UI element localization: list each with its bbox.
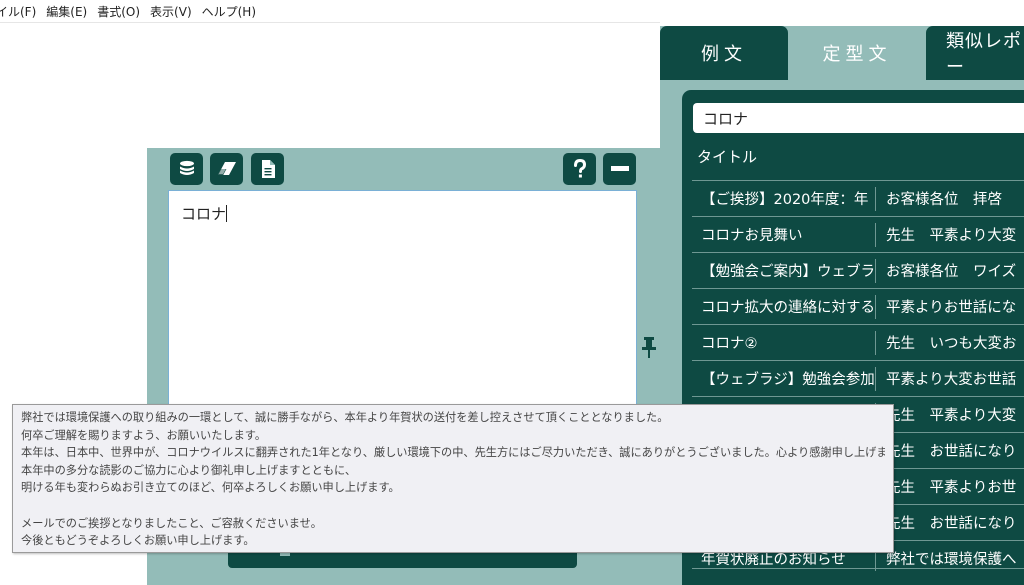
help-icon [573,159,586,178]
text-caret [226,205,228,222]
list-item[interactable]: 【勉強会ご案内】ウェブラジ お客様各位 ワイズ [692,252,1024,288]
menu-edit[interactable]: 編集(E) [41,3,92,20]
app-window: イル(F) 編集(E) 書式(O) 表示(V) ヘルプ(H) 例文 定型文 類似… [0,0,1024,585]
document-button[interactable] [251,153,284,185]
search-input[interactable] [693,103,1024,133]
tooltip-line: メールでのご挨拶となりましたこと、ご容赦くださいませ。 [21,516,322,530]
tab-bar: 例文 定型文 類似レポー [660,26,1024,80]
list-item-body: 平素より大変お世話 [886,372,1017,388]
list-item-body: お客様各位 ワイズ [886,264,1017,280]
list-header-title: タイトル [697,148,758,166]
list-bottom-divider [692,568,1024,585]
menu-bar: イル(F) 編集(E) 書式(O) 表示(V) ヘルプ(H) [0,0,1024,22]
text-editor[interactable]: コロナ [168,190,637,412]
list-item-title: 【勉強会ご案内】ウェブラジ [701,264,875,280]
eraser-button[interactable] [210,153,243,185]
list-item-title: 【ご挨拶】2020年度：年 [701,192,869,208]
list-item-title: コロナお見舞い [701,228,803,244]
document-icon [261,160,275,178]
menu-file[interactable]: イル(F) [0,3,41,20]
minimize-button[interactable] [603,153,636,185]
list-item-body: 平素よりお世話にな [886,300,1017,316]
tooltip-line: 弊社では環境保護への取り組みの一環として、誠に勝手ながら、本年より年賀状の送付を… [21,411,669,424]
tooltip-line: 今後ともどうぞよろしくお願い申し上げます。 [21,534,255,548]
tooltip-line: 何卒ご理解を賜りますよう、お願いいたします。 [21,428,267,442]
tooltip-line: 明ける年も変わらぬお引き立てのほど、何卒よろしくお願い申し上げます。 [21,481,400,495]
list-item[interactable]: 【ご挨拶】2020年度：年 お客様各位 拝啓 [692,180,1024,216]
minimize-icon [610,166,629,171]
list-item[interactable]: コロナお見舞い 先生 平素より大変 [692,216,1024,252]
menu-help[interactable]: ヘルプ(H) [197,3,261,20]
tab-example-sentences[interactable]: 例文 [660,26,788,80]
tab-fixed-phrases[interactable]: 定型文 [793,26,921,80]
menu-view[interactable]: 表示(V) [145,3,197,20]
menu-divider [0,22,660,23]
list-item[interactable]: コロナ② 先生 いつも大変お [692,324,1024,360]
list-item-body: お客様各位 拝啓 [886,192,1002,208]
help-button[interactable] [563,153,596,185]
list-item-body: 先生 お世話になり [886,516,1017,532]
list-item-title: コロナ② [701,336,758,352]
list-item-body: 先生 平素よりお世 [886,480,1017,496]
tooltip-line: 本年は、日本中、世界中が、コロナウイルスに翻弄された1年となり、厳しい環境下の中… [21,446,885,460]
list-item-body: 先生 平素より大変 [886,408,1017,424]
list-item-body: 先生 平素より大変 [886,228,1017,244]
tab-similar-reports[interactable]: 類似レポー [926,26,1024,80]
list-item-body: 先生 いつも大変お [886,336,1017,352]
database-icon [179,160,194,175]
tooltip-line [21,497,885,515]
eraser-icon [217,162,236,175]
pin-icon[interactable] [640,336,658,360]
list-item[interactable]: 【ウェブラジ】勉強会参加は 平素より大変お世話 [692,360,1024,396]
list-item-title: コロナ拡大の連絡に対する [701,300,875,316]
list-item-body: 弊社では環境保護へ [886,552,1017,568]
list-item-body: 先生 お世話になり [886,444,1017,460]
database-button[interactable] [170,153,203,185]
tooltip-line: 本年中の多分な読影のご協力に心より御礼申し上げますとともに、 [21,463,357,477]
list-item-title: 【ウェブラジ】勉強会参加は [701,372,875,388]
phrase-preview-tooltip: 弊社では環境保護への取り組みの一環として、誠に勝手ながら、本年より年賀状の送付を… [12,404,894,553]
list-item[interactable]: コロナ拡大の連絡に対する 平素よりお世話にな [692,288,1024,324]
editor-text: コロナ [181,205,227,223]
menu-format[interactable]: 書式(O) [92,3,145,20]
